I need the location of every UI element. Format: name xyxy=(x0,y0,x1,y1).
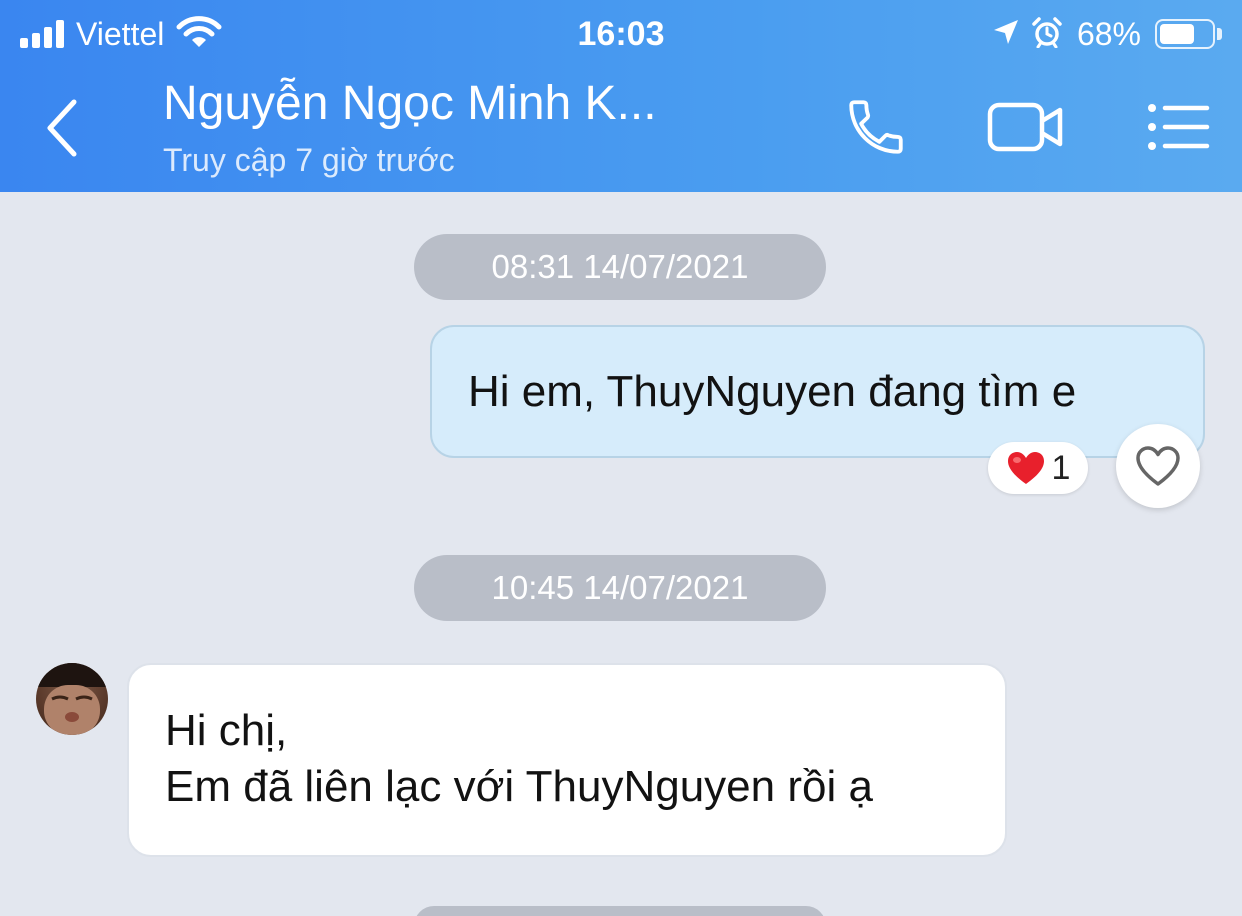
contact-name[interactable]: Nguyễn Ngọc Minh K... xyxy=(163,76,657,131)
battery-tip xyxy=(1217,28,1222,40)
voice-call-button[interactable] xyxy=(836,92,916,162)
heart-outline-icon xyxy=(1136,446,1180,486)
back-chevron-icon xyxy=(47,99,77,157)
message-text-line: Hi chị, xyxy=(165,706,288,755)
message-text: Hi em, ThuyNguyen đang tìm e xyxy=(468,367,1077,416)
incoming-message-bubble[interactable]: Hi chị, Em đã liên lạc với ThuyNguyen rồ… xyxy=(127,663,1007,857)
message-text-line: Em đã liên lạc với ThuyNguyen rồi ạ xyxy=(165,762,873,811)
heart-reaction-icon xyxy=(1007,452,1044,484)
timestamp-pill: 08:31 14/07/2021 xyxy=(414,234,826,300)
chat-header: Viettel 16:03 68% Nguyễn Ngọc Minh K... … xyxy=(0,0,1242,192)
menu-button[interactable] xyxy=(1138,92,1218,162)
phone-icon xyxy=(849,100,903,154)
react-like-button[interactable] xyxy=(1116,424,1200,508)
status-bar-right: 68% xyxy=(991,12,1222,56)
reaction-summary[interactable]: 1 xyxy=(988,442,1088,494)
alarm-icon xyxy=(1031,16,1063,53)
menu-list-icon xyxy=(1148,104,1210,150)
timestamp-pill: 10:45 14/07/2021 xyxy=(414,555,826,621)
video-call-button[interactable] xyxy=(980,92,1072,162)
outgoing-message-bubble[interactable]: Hi em, ThuyNguyen đang tìm e xyxy=(430,325,1205,458)
back-button[interactable] xyxy=(36,96,92,160)
timestamp-pill-partial xyxy=(414,906,826,916)
battery-fill xyxy=(1160,24,1194,44)
avatar-face-icon xyxy=(36,663,108,735)
avatar[interactable] xyxy=(36,663,108,735)
contact-last-seen: Truy cập 7 giờ trước xyxy=(163,142,455,178)
location-arrow-icon xyxy=(991,17,1021,52)
video-camera-icon xyxy=(987,102,1063,152)
reaction-count: 1 xyxy=(1051,448,1071,487)
battery-icon xyxy=(1155,19,1215,49)
battery-percent: 68% xyxy=(1076,15,1141,52)
